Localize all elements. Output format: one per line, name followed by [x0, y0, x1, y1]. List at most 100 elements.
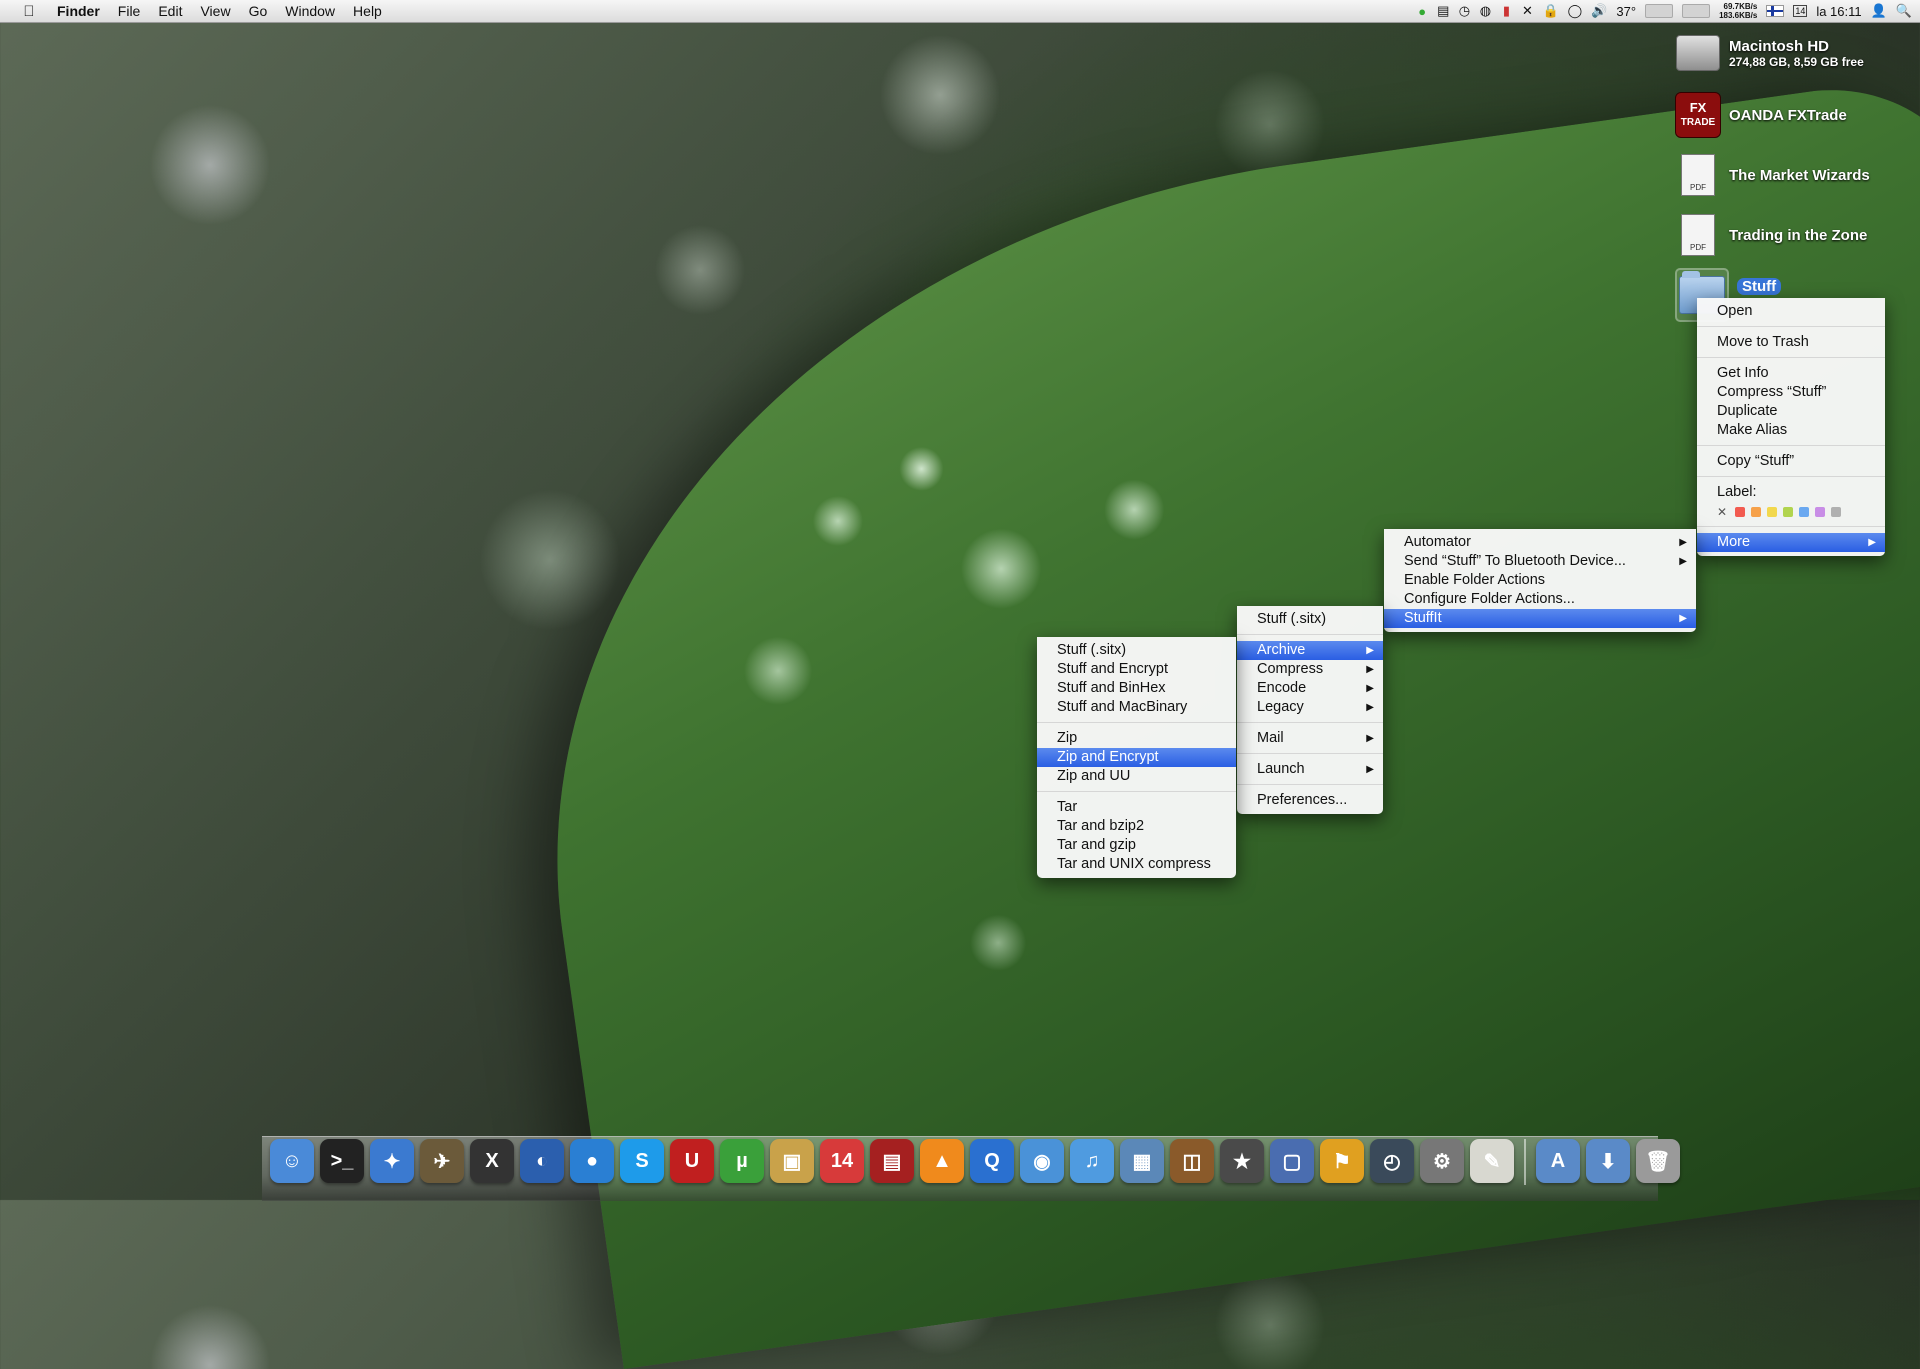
menu-item-enable-folder-actions[interactable]: Enable Folder Actions — [1384, 571, 1696, 590]
desktop-icon-oanda-fxtrade[interactable]: FX TRADE OANDA FXTrade — [1675, 92, 1847, 138]
menu-item-send-bluetooth[interactable]: Send “Stuff” To Bluetooth Device... ▶ — [1384, 552, 1696, 571]
desktop-icon-macintosh-hd[interactable]: Macintosh HD 274,88 GB, 8,59 GB free — [1675, 30, 1864, 76]
menu-item-open[interactable]: Open — [1697, 302, 1885, 321]
menu-item-get-info[interactable]: Get Info — [1697, 364, 1885, 383]
volume-icon[interactable]: 🔊 — [1591, 3, 1607, 19]
evernote-icon[interactable]: ● — [1416, 4, 1428, 19]
menu-item-configure-folder-actions[interactable]: Configure Folder Actions... — [1384, 590, 1696, 609]
alarm-clock-icon[interactable]: ◷ — [1458, 3, 1470, 19]
terminal-icon[interactable]: >_ — [320, 1139, 364, 1183]
x11-icon[interactable]: X — [470, 1139, 514, 1183]
label-color-yellow[interactable] — [1767, 506, 1777, 517]
transmit-icon[interactable]: ▣ — [770, 1139, 814, 1183]
menu-item-duplicate[interactable]: Duplicate — [1697, 402, 1885, 421]
menu-item-legacy[interactable]: Legacy ▶ — [1237, 698, 1383, 717]
desktop-icon-trading-in-the-zone[interactable]: PDF Trading in the Zone — [1675, 212, 1867, 258]
menu-item-zip-and-uu[interactable]: Zip and UU — [1037, 767, 1236, 786]
label-color-orange[interactable] — [1751, 506, 1761, 517]
spotlight-search-icon[interactable]: 🔍 — [1896, 3, 1912, 19]
menu-item-tar-and-gzip[interactable]: Tar and gzip — [1037, 836, 1236, 855]
safari-icon[interactable]: ✦ — [370, 1139, 414, 1183]
label-color-red[interactable] — [1735, 506, 1745, 517]
menu-item-make-alias[interactable]: Make Alias — [1697, 421, 1885, 440]
vmware-icon[interactable]: ▢ — [1270, 1139, 1314, 1183]
menu-item-stuff-and-macbinary[interactable]: Stuff and MacBinary — [1037, 698, 1236, 717]
soccer-ball-icon[interactable]: ◍ — [1479, 3, 1491, 19]
menu-item-archive[interactable]: Archive ▶ — [1237, 641, 1383, 660]
desktop-icon-market-wizards[interactable]: PDF The Market Wizards — [1675, 152, 1870, 198]
apple-menu-icon[interactable]:  — [18, 3, 40, 20]
preview-eye-icon[interactable]: ◉ — [1020, 1139, 1064, 1183]
menu-item-zip-and-encrypt[interactable]: Zip and Encrypt — [1037, 748, 1236, 767]
label-color-green[interactable] — [1783, 506, 1793, 517]
user-icon[interactable]: 👤 — [1871, 3, 1887, 19]
menu-finder[interactable]: Finder — [48, 3, 109, 19]
menu-item-tar-and-unix-compress[interactable]: Tar and UNIX compress — [1037, 855, 1236, 874]
menu-item-encode[interactable]: Encode ▶ — [1237, 679, 1383, 698]
applications-folder-icon[interactable]: A — [1536, 1139, 1580, 1183]
vlc-icon[interactable]: ▲ — [920, 1139, 964, 1183]
quicktime-icon[interactable]: Q — [970, 1139, 1014, 1183]
calendar-icon[interactable]: 14 — [1793, 5, 1808, 17]
menu-item-stuff-and-encrypt[interactable]: Stuff and Encrypt — [1037, 660, 1236, 679]
notes-icon[interactable]: ▤ — [1437, 3, 1449, 19]
hair-dryer-icon[interactable]: ⚑ — [1320, 1139, 1364, 1183]
google-earth-icon[interactable]: ◐ — [520, 1139, 564, 1183]
downloads-folder-icon[interactable]: ⬇ — [1586, 1139, 1630, 1183]
system-preferences-icon[interactable]: ⚙ — [1420, 1139, 1464, 1183]
submenu-arrow-icon: ▶ — [1679, 537, 1687, 548]
cpu-meter[interactable] — [1645, 4, 1674, 18]
image-capture-icon[interactable]: ◫ — [1170, 1139, 1214, 1183]
ical-icon[interactable]: 14 — [820, 1139, 864, 1183]
menu-item-launch[interactable]: Launch ▶ — [1237, 760, 1383, 779]
menu-help[interactable]: Help — [344, 3, 391, 19]
menu-item-compress[interactable]: Compress “Stuff” — [1697, 383, 1885, 402]
network-meter[interactable]: 69.7KB/s 183.6KB/s — [1719, 2, 1757, 20]
menu-view[interactable]: View — [191, 3, 239, 19]
facetime-icon[interactable]: ● — [570, 1139, 614, 1183]
menu-item-stuff-sitx[interactable]: Stuff (.sitx) — [1037, 641, 1236, 660]
menu-window[interactable]: Window — [276, 3, 344, 19]
menu-item-more[interactable]: More ▶ — [1697, 533, 1885, 552]
lock-icon[interactable]: 🔒 — [1542, 3, 1558, 19]
utorrent-icon[interactable]: µ — [720, 1139, 764, 1183]
menu-separator — [1037, 722, 1236, 723]
menu-item-stuff-and-binhex[interactable]: Stuff and BinHex — [1037, 679, 1236, 698]
menu-item-automator[interactable]: Automator ▶ — [1384, 533, 1696, 552]
menu-item-mail[interactable]: Mail ▶ — [1237, 729, 1383, 748]
temperature-readout[interactable]: 37° — [1616, 4, 1636, 19]
time-machine-icon[interactable]: ◴ — [1370, 1139, 1414, 1183]
menu-item-compress[interactable]: Compress ▶ — [1237, 660, 1383, 679]
label-clear-icon[interactable]: ✕ — [1717, 505, 1729, 519]
finnish-flag-icon[interactable] — [1766, 5, 1785, 17]
tools-icon[interactable]: ✕ — [1521, 3, 1533, 19]
menu-item-preferences[interactable]: Preferences... — [1237, 791, 1383, 810]
menu-item-stuffit[interactable]: StuffIt ▶ — [1384, 609, 1696, 628]
menu-item-tar[interactable]: Tar — [1037, 798, 1236, 817]
menu-file[interactable]: File — [109, 3, 150, 19]
label-color-blue[interactable] — [1799, 506, 1809, 517]
label-color-purple[interactable] — [1815, 506, 1825, 517]
trash-icon[interactable]: 🗑 — [1636, 1139, 1680, 1183]
menu-edit[interactable]: Edit — [149, 3, 191, 19]
itunes-icon[interactable]: ♫ — [1070, 1139, 1114, 1183]
menu-go[interactable]: Go — [240, 3, 277, 19]
photo-booth-icon[interactable]: ▤ — [870, 1139, 914, 1183]
label-color-gray[interactable] — [1831, 506, 1841, 517]
magnet-icon[interactable]: U — [670, 1139, 714, 1183]
iphoto-icon[interactable]: ▦ — [1120, 1139, 1164, 1183]
menu-item-copy[interactable]: Copy “Stuff” — [1697, 452, 1885, 471]
activity-meter-icon[interactable]: ▮ — [1500, 3, 1512, 19]
textedit-icon[interactable]: ✎ — [1470, 1139, 1514, 1183]
menu-item-move-to-trash[interactable]: Move to Trash — [1697, 333, 1885, 352]
menu-item-stuff-sitx[interactable]: Stuff (.sitx) — [1237, 610, 1383, 629]
finder-icon[interactable]: ☺ — [270, 1139, 314, 1183]
memory-meter[interactable] — [1682, 4, 1711, 18]
preview-icon[interactable]: ✈ — [420, 1139, 464, 1183]
clock[interactable]: la 16:11 — [1816, 4, 1861, 19]
chat-icon[interactable]: ◯ — [1568, 3, 1583, 19]
imovie-icon[interactable]: ★ — [1220, 1139, 1264, 1183]
menu-item-zip[interactable]: Zip — [1037, 729, 1236, 748]
menu-item-tar-and-bzip2[interactable]: Tar and bzip2 — [1037, 817, 1236, 836]
skype-icon[interactable]: S — [620, 1139, 664, 1183]
